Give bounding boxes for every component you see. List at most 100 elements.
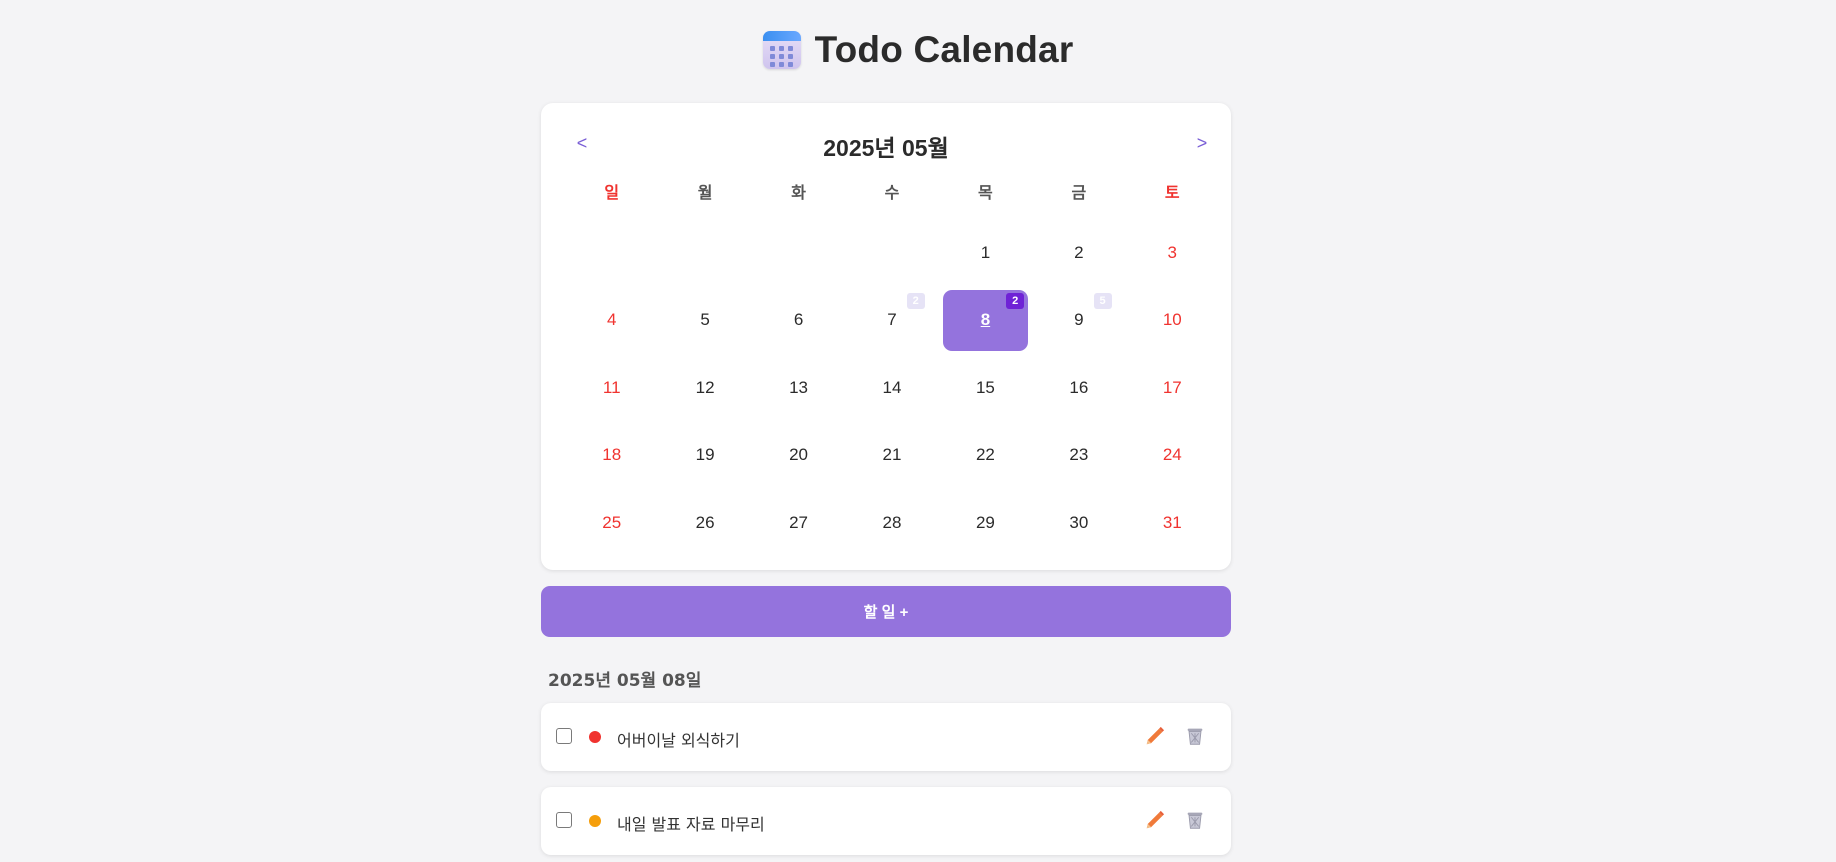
day-number: 17 [1162,377,1182,397]
day-number: 27 [789,512,809,532]
calendar-card: < 2025년 05월 > 일 월 화 수 목 금 토 1 2 3 4 5 6 [541,103,1231,570]
next-month-button[interactable]: > [1189,131,1215,155]
calendar-day-empty [565,219,658,287]
calendar-day[interactable]: 11 [565,354,658,422]
calendar-day[interactable]: 14 [845,354,938,422]
todo-count-badge: 2 [1006,292,1025,309]
app-title: Todo Calendar [814,29,1074,70]
day-number: 4 [606,310,617,330]
todo-item: 어버이날 외식하기 [541,703,1231,771]
day-number: 23 [1069,445,1089,465]
day-number: 20 [789,445,809,465]
day-number: 15 [975,377,995,397]
day-number: 1 [980,242,991,262]
calendar-icon [762,31,801,69]
day-number: 11 [602,377,621,397]
calendar-day[interactable]: 4 [565,287,658,355]
calendar-day[interactable]: 26 [658,489,751,557]
calendar-day[interactable]: 16 [1032,354,1125,422]
calendar-day[interactable]: 21 [845,422,938,490]
day-number: 29 [975,512,995,532]
add-todo-button[interactable]: 할 일 + [541,586,1231,637]
calendar-day[interactable]: 12 [658,354,751,422]
app-header: Todo Calendar [0,24,1836,76]
todo-count-badge: 5 [1093,292,1112,309]
calendar-day[interactable]: 3 [1126,219,1219,287]
day-number: 30 [1069,512,1089,532]
calendar-day[interactable]: 13 [752,354,845,422]
calendar-day[interactable]: 28 [845,489,938,557]
todo-checkbox[interactable] [556,728,572,744]
day-number: 7 [887,310,897,330]
weekday-sun: 일 [604,183,620,202]
calendar-day[interactable]: 23 [1032,422,1125,490]
calendar-day[interactable]: 18 [565,422,658,490]
todo-checkbox[interactable] [556,812,572,828]
trash-icon[interactable] [1180,805,1210,835]
calendar-day[interactable]: 1 [939,219,1032,287]
todo-count-badge: 2 [906,292,925,309]
calendar-day[interactable]: 5 [658,287,751,355]
day-number: 25 [602,512,622,532]
calendar-day[interactable]: 10 [1126,287,1219,355]
day-number: 5 [700,310,710,330]
day-number: 24 [1162,445,1182,465]
calendar-grid: 1 2 3 4 5 6 7 2 8 2 9 5 10 11 12 13 14 1… [565,219,1219,557]
weekday-header: 일 월 화 수 목 금 토 [565,179,1219,203]
weekday-mon: 월 [697,183,713,202]
calendar-day-empty [752,219,845,287]
weekday-fri: 금 [1071,183,1087,202]
calendar-day[interactable]: 19 [658,422,751,490]
calendar-nav: < 2025년 05월 > [541,123,1231,163]
day-number: 28 [882,512,902,532]
day-number: 21 [882,445,902,465]
calendar-day[interactable]: 31 [1126,489,1219,557]
calendar-day-empty [845,219,938,287]
calendar-day[interactable]: 7 2 [845,287,938,355]
day-number: 3 [1167,242,1178,262]
day-number: 9 [1074,310,1084,330]
day-number: 6 [793,310,804,330]
day-number: 16 [1069,377,1089,397]
calendar-day[interactable]: 9 5 [1032,287,1125,355]
calendar-day[interactable]: 25 [565,489,658,557]
selected-date-heading: 2025년 05월 08일 [548,671,702,691]
page: Todo Calendar < 2025년 05월 > 일 월 화 수 목 금 … [0,0,1836,862]
month-title: 2025년 05월 [823,135,949,161]
day-number: 22 [975,445,995,465]
weekday-wed: 수 [884,183,900,202]
calendar-day[interactable]: 17 [1126,354,1219,422]
calendar-day[interactable]: 27 [752,489,845,557]
day-number: 26 [695,512,715,532]
todo-text: 어버이날 외식하기 [617,731,740,750]
calendar-day[interactable]: 30 [1032,489,1125,557]
day-number: 2 [1074,242,1084,262]
priority-dot [589,815,601,827]
calendar-day[interactable]: 24 [1126,422,1219,490]
pencil-icon[interactable] [1140,721,1170,751]
day-number: 31 [1162,512,1182,532]
day-number: 13 [789,377,809,397]
day-number: 19 [695,445,715,465]
calendar-day[interactable]: 6 [752,287,845,355]
weekday-thu: 목 [978,183,993,202]
day-number: 14 [882,377,902,397]
weekday-sat: 토 [1164,183,1180,202]
priority-dot [589,731,601,743]
calendar-day[interactable]: 29 [939,489,1032,557]
calendar-day-selected[interactable]: 8 2 [939,287,1032,355]
trash-icon[interactable] [1180,721,1210,751]
calendar-day[interactable]: 2 [1032,219,1125,287]
calendar-day[interactable]: 20 [752,422,845,490]
calendar-day[interactable]: 22 [939,422,1032,490]
pencil-icon[interactable] [1140,805,1170,835]
calendar-day[interactable]: 15 [939,354,1032,422]
day-number: 18 [602,445,622,465]
weekday-tue: 화 [791,183,806,202]
todo-text: 내일 발표 자료 마무리 [617,815,765,834]
day-number: 10 [1162,310,1182,330]
todo-item: 내일 발표 자료 마무리 [541,787,1231,855]
calendar-day-empty [658,219,751,287]
day-number: 12 [695,377,715,397]
day-number: 8 [980,310,991,330]
